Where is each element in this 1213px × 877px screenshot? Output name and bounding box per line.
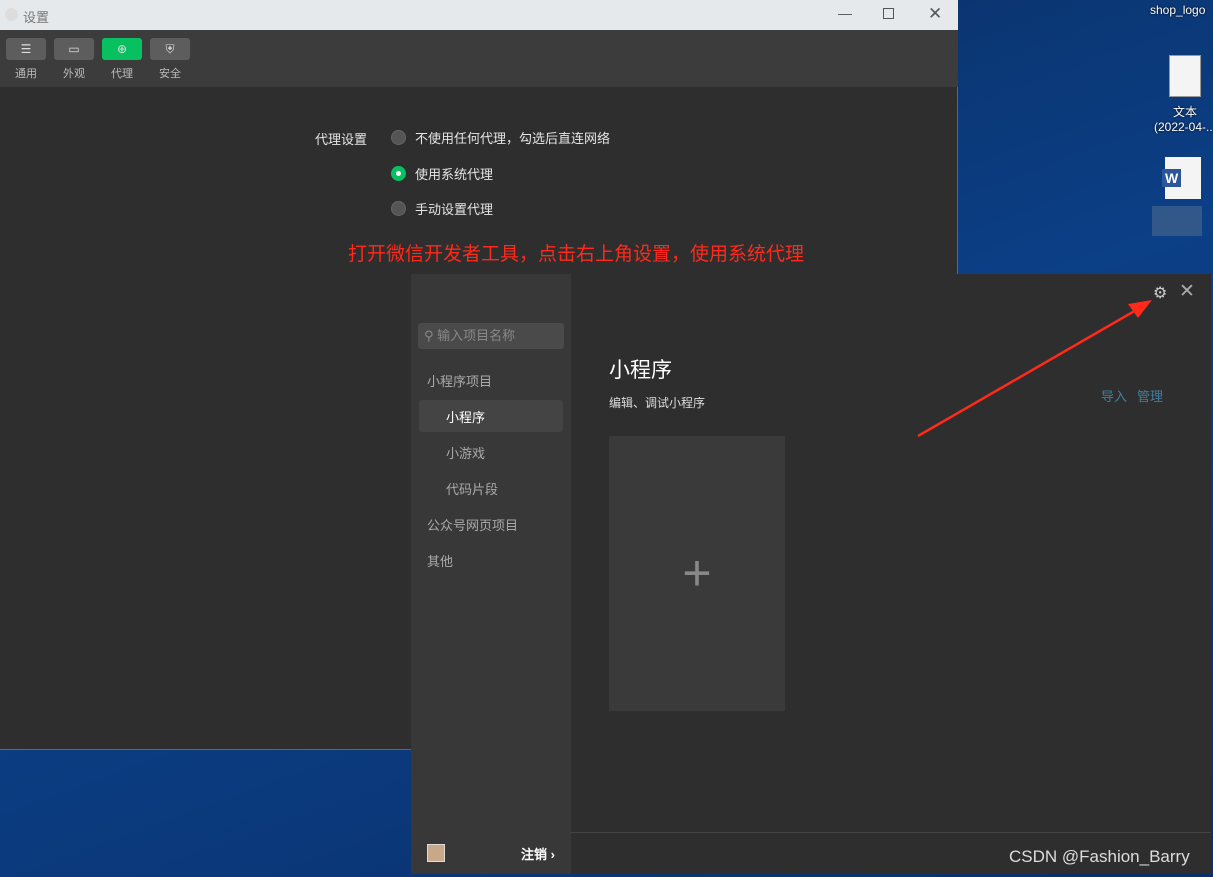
annotation-arrow <box>917 300 1152 438</box>
arrow-line <box>917 307 1139 438</box>
arrow-head <box>1128 300 1152 318</box>
